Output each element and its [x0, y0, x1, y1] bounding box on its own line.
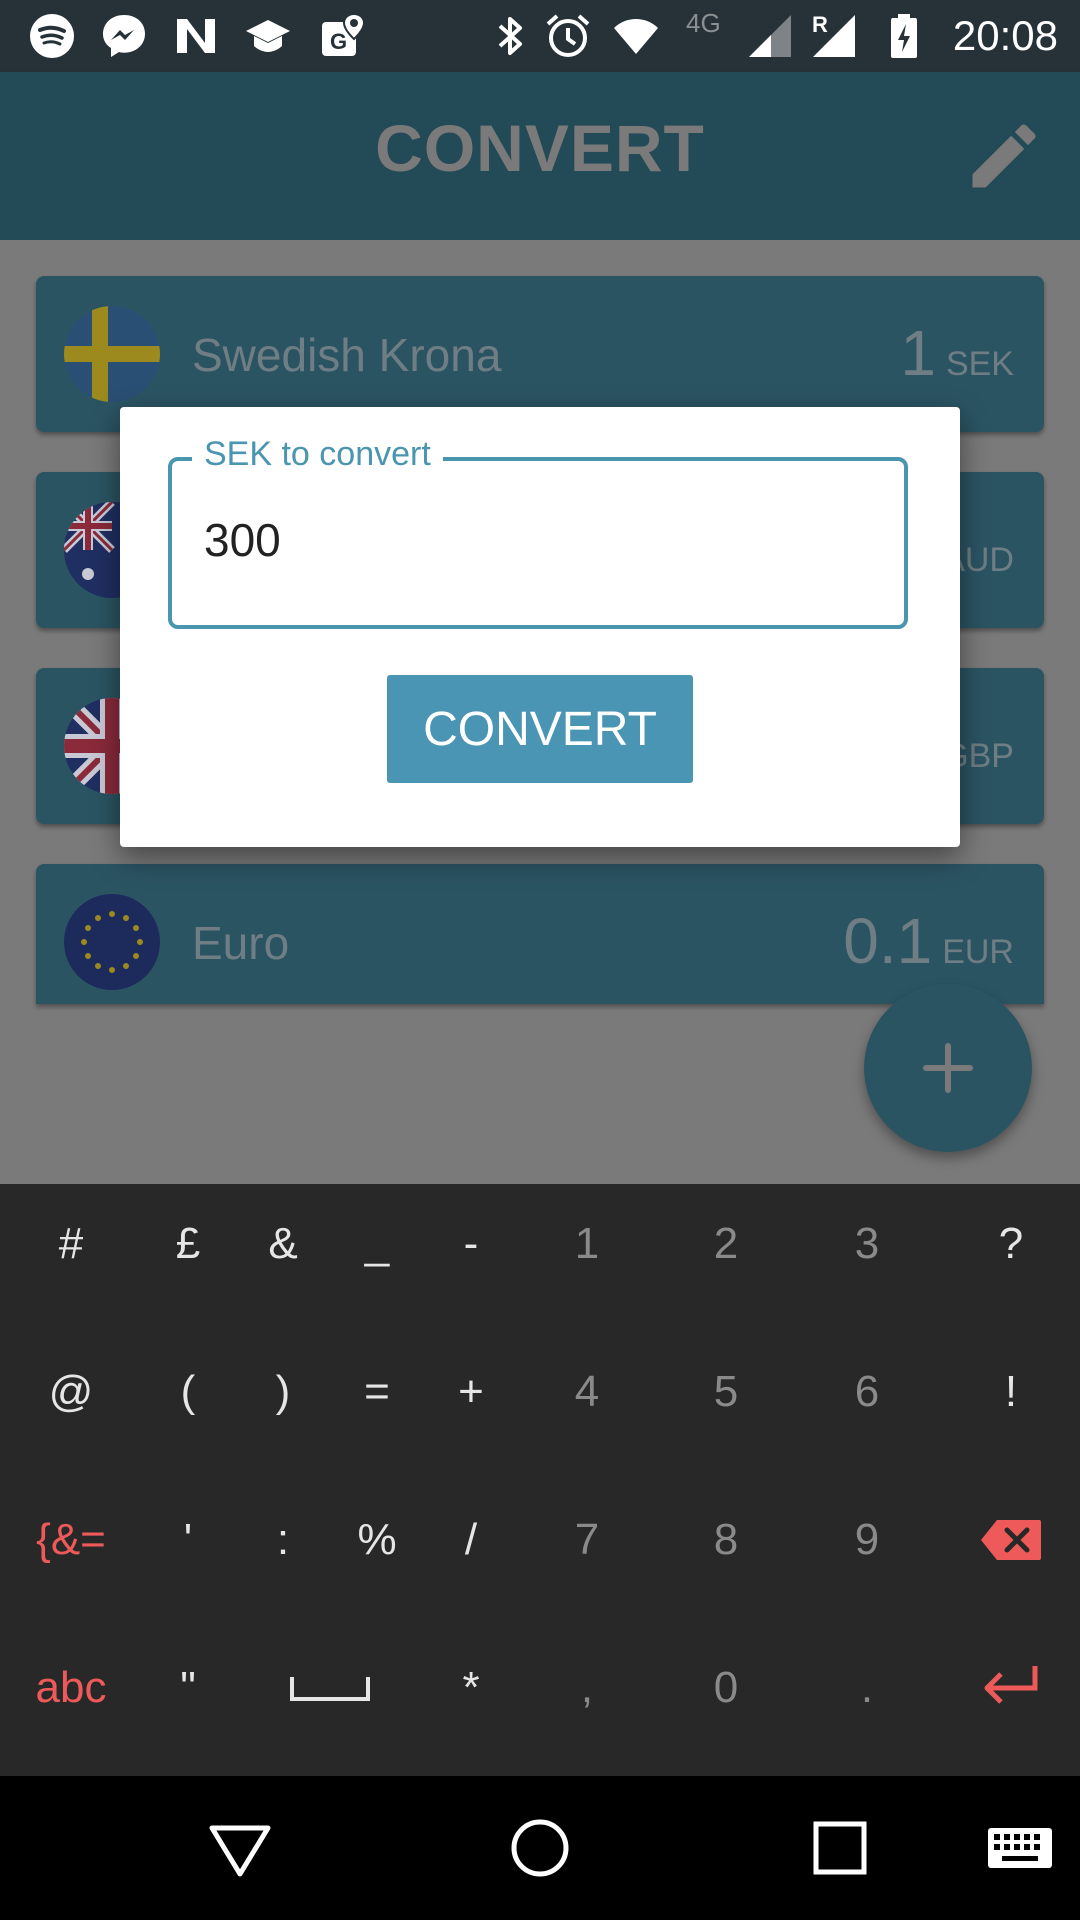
- backspace-icon: [981, 1520, 1041, 1560]
- sweden-flag-icon: [64, 306, 160, 402]
- key-3[interactable]: 3: [812, 1184, 922, 1304]
- maps-icon: G: [318, 12, 366, 60]
- key-6[interactable]: 6: [812, 1332, 922, 1452]
- currency-value: 0.1 EUR: [843, 905, 1014, 977]
- key-5[interactable]: 5: [671, 1332, 781, 1452]
- key-9[interactable]: 9: [812, 1480, 922, 1600]
- key-asterisk[interactable]: *: [416, 1628, 526, 1748]
- signal-icon: [746, 12, 794, 60]
- network-type-label: 4G: [686, 8, 721, 38]
- plus-icon: [923, 1043, 973, 1093]
- space-icon: [290, 1677, 370, 1701]
- edit-icon[interactable]: [962, 114, 1046, 198]
- graduation-cap-icon: [244, 12, 292, 60]
- battery-charging-icon: [880, 12, 928, 60]
- n-app-icon: [172, 12, 220, 60]
- add-currency-button[interactable]: [864, 984, 1032, 1152]
- key-quote[interactable]: ": [133, 1628, 243, 1748]
- currency-card-eur[interactable]: Euro 0.1 EUR: [36, 864, 1044, 1004]
- key-plus[interactable]: +: [416, 1332, 526, 1452]
- key-at[interactable]: @: [16, 1332, 126, 1452]
- keyboard: # £ & _ - 1 2 3 ? @ ( ) = + 4 5 6 ! {&= …: [0, 1184, 1080, 1776]
- key-7[interactable]: 7: [532, 1480, 642, 1600]
- key-question[interactable]: ?: [956, 1184, 1066, 1304]
- convert-button[interactable]: CONVERT: [387, 675, 693, 783]
- currency-name: Euro: [192, 917, 290, 969]
- convert-dialog: SEK to convert CONVERT: [120, 407, 960, 847]
- app-bar: CONVERT: [0, 72, 1080, 240]
- wifi-icon: [612, 12, 660, 60]
- key-apostrophe[interactable]: ': [133, 1480, 243, 1600]
- alarm-icon: [544, 12, 592, 60]
- spotify-icon: [28, 12, 76, 60]
- page-title: CONVERT: [375, 111, 705, 185]
- key-8[interactable]: 8: [671, 1480, 781, 1600]
- space-key[interactable]: [260, 1628, 400, 1748]
- messenger-icon: [100, 12, 148, 60]
- key-slash[interactable]: /: [416, 1480, 526, 1600]
- eu-flag-icon: [64, 894, 160, 990]
- clock: 20:08: [952, 12, 1058, 59]
- amount-field[interactable]: SEK to convert: [168, 435, 908, 629]
- key-symbols-toggle[interactable]: {&=: [16, 1480, 126, 1600]
- home-icon[interactable]: [502, 1810, 578, 1886]
- key-4[interactable]: 4: [532, 1332, 642, 1452]
- amount-input[interactable]: [204, 513, 804, 567]
- key-2[interactable]: 2: [671, 1184, 781, 1304]
- key-exclamation[interactable]: !: [956, 1332, 1066, 1452]
- key-period[interactable]: .: [812, 1628, 922, 1748]
- currency-name: Swedish Krona: [192, 329, 502, 381]
- key-comma[interactable]: ,: [532, 1628, 642, 1748]
- key-open-paren[interactable]: (: [133, 1332, 243, 1452]
- navigation-bar: [0, 1776, 1080, 1920]
- signal-icon: [810, 12, 858, 60]
- enter-key[interactable]: [956, 1628, 1066, 1748]
- key-0[interactable]: 0: [671, 1628, 781, 1748]
- key-minus[interactable]: -: [416, 1184, 526, 1304]
- key-pound[interactable]: £: [133, 1184, 243, 1304]
- svg-text:G: G: [330, 29, 347, 54]
- status-bar: G 4G R 20:08: [0, 0, 1080, 72]
- key-hash[interactable]: #: [16, 1184, 126, 1304]
- key-abc-toggle[interactable]: abc: [16, 1628, 126, 1748]
- recents-icon[interactable]: [802, 1810, 878, 1886]
- bluetooth-icon: [486, 12, 534, 60]
- key-1[interactable]: 1: [532, 1184, 642, 1304]
- keyboard-icon[interactable]: [982, 1810, 1062, 1886]
- back-icon[interactable]: [202, 1810, 278, 1886]
- currency-value: 1 SEK: [900, 317, 1014, 389]
- enter-icon: [984, 1666, 1038, 1704]
- amount-field-label: SEK to convert: [192, 435, 443, 474]
- backspace-key[interactable]: [956, 1480, 1066, 1600]
